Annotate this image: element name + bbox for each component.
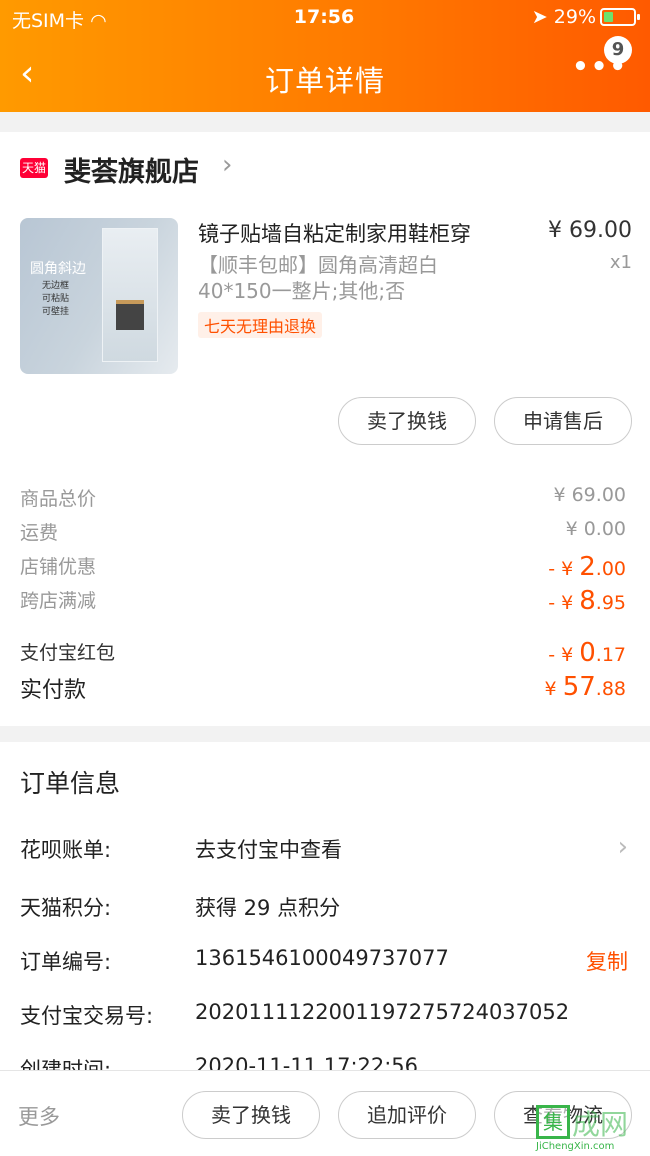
- add-review-button[interactable]: 追加评价: [338, 1091, 476, 1139]
- product-quantity: x1: [609, 252, 632, 273]
- product-sku: 【顺丰包邮】圆角高清超白40*150一整片;其他;否: [198, 253, 438, 303]
- bottom-action-bar: 更多 卖了换钱 追加评价 查看物流 集 成网 JiChengXin.com: [0, 1070, 650, 1156]
- app-header: 无SIM卡 ◠ 17:56 ➤ 29% ‹ 订单详情 ••• 9: [0, 0, 650, 112]
- order-item-card: 天猫 斐荟旗舰店 › 圆角斜边 无边框 可粘贴 可壁挂 镜子贴墙自粘定制家用鞋柜…: [0, 132, 650, 726]
- chevron-right-icon: ›: [617, 832, 628, 862]
- battery-indicator: ➤ 29%: [531, 6, 640, 28]
- message-count-badge: 9: [604, 36, 632, 64]
- page-title: 订单详情: [264, 64, 385, 98]
- chevron-right-icon[interactable]: ›: [222, 150, 232, 180]
- sell-bottom-button[interactable]: 卖了换钱: [182, 1091, 320, 1139]
- copy-button[interactable]: 复制: [586, 946, 628, 976]
- thumb-features: 无边框 可粘贴 可壁挂: [42, 281, 70, 317]
- status-bar: 无SIM卡 ◠ 17:56 ➤ 29%: [12, 6, 640, 32]
- cabinet-shape: [116, 300, 144, 330]
- tmall-logo-icon: 天猫: [20, 158, 48, 178]
- product-thumbnail[interactable]: 圆角斜边 无边框 可粘贴 可壁挂: [20, 218, 178, 374]
- order-info-card: 订单信息 花呗账单: 去支付宝中查看 › 天猫积分: 获得 29 点积分 订单编…: [0, 742, 650, 1082]
- shop-name[interactable]: 斐荟旗舰店: [64, 150, 199, 189]
- after-sale-button[interactable]: 申请售后: [494, 397, 632, 445]
- return-policy-tag: 七天无理由退换: [198, 312, 323, 338]
- product-title[interactable]: 镜子贴墙自粘定制家用鞋柜穿: [198, 218, 471, 248]
- watermark-logo: 集 成网 JiChengXin.com: [536, 1105, 648, 1152]
- section-title: 订单信息: [20, 769, 121, 798]
- more-button[interactable]: 更多: [18, 1101, 60, 1131]
- mirror-shape: [102, 228, 158, 362]
- battery-icon: [600, 8, 640, 26]
- sell-button[interactable]: 卖了换钱: [338, 397, 476, 445]
- location-icon: ➤: [531, 6, 548, 28]
- thumb-title: 圆角斜边: [30, 261, 86, 277]
- product-price: ¥ 69.00: [548, 218, 632, 243]
- nav-bar: ‹ 订单详情 ••• 9: [0, 36, 650, 104]
